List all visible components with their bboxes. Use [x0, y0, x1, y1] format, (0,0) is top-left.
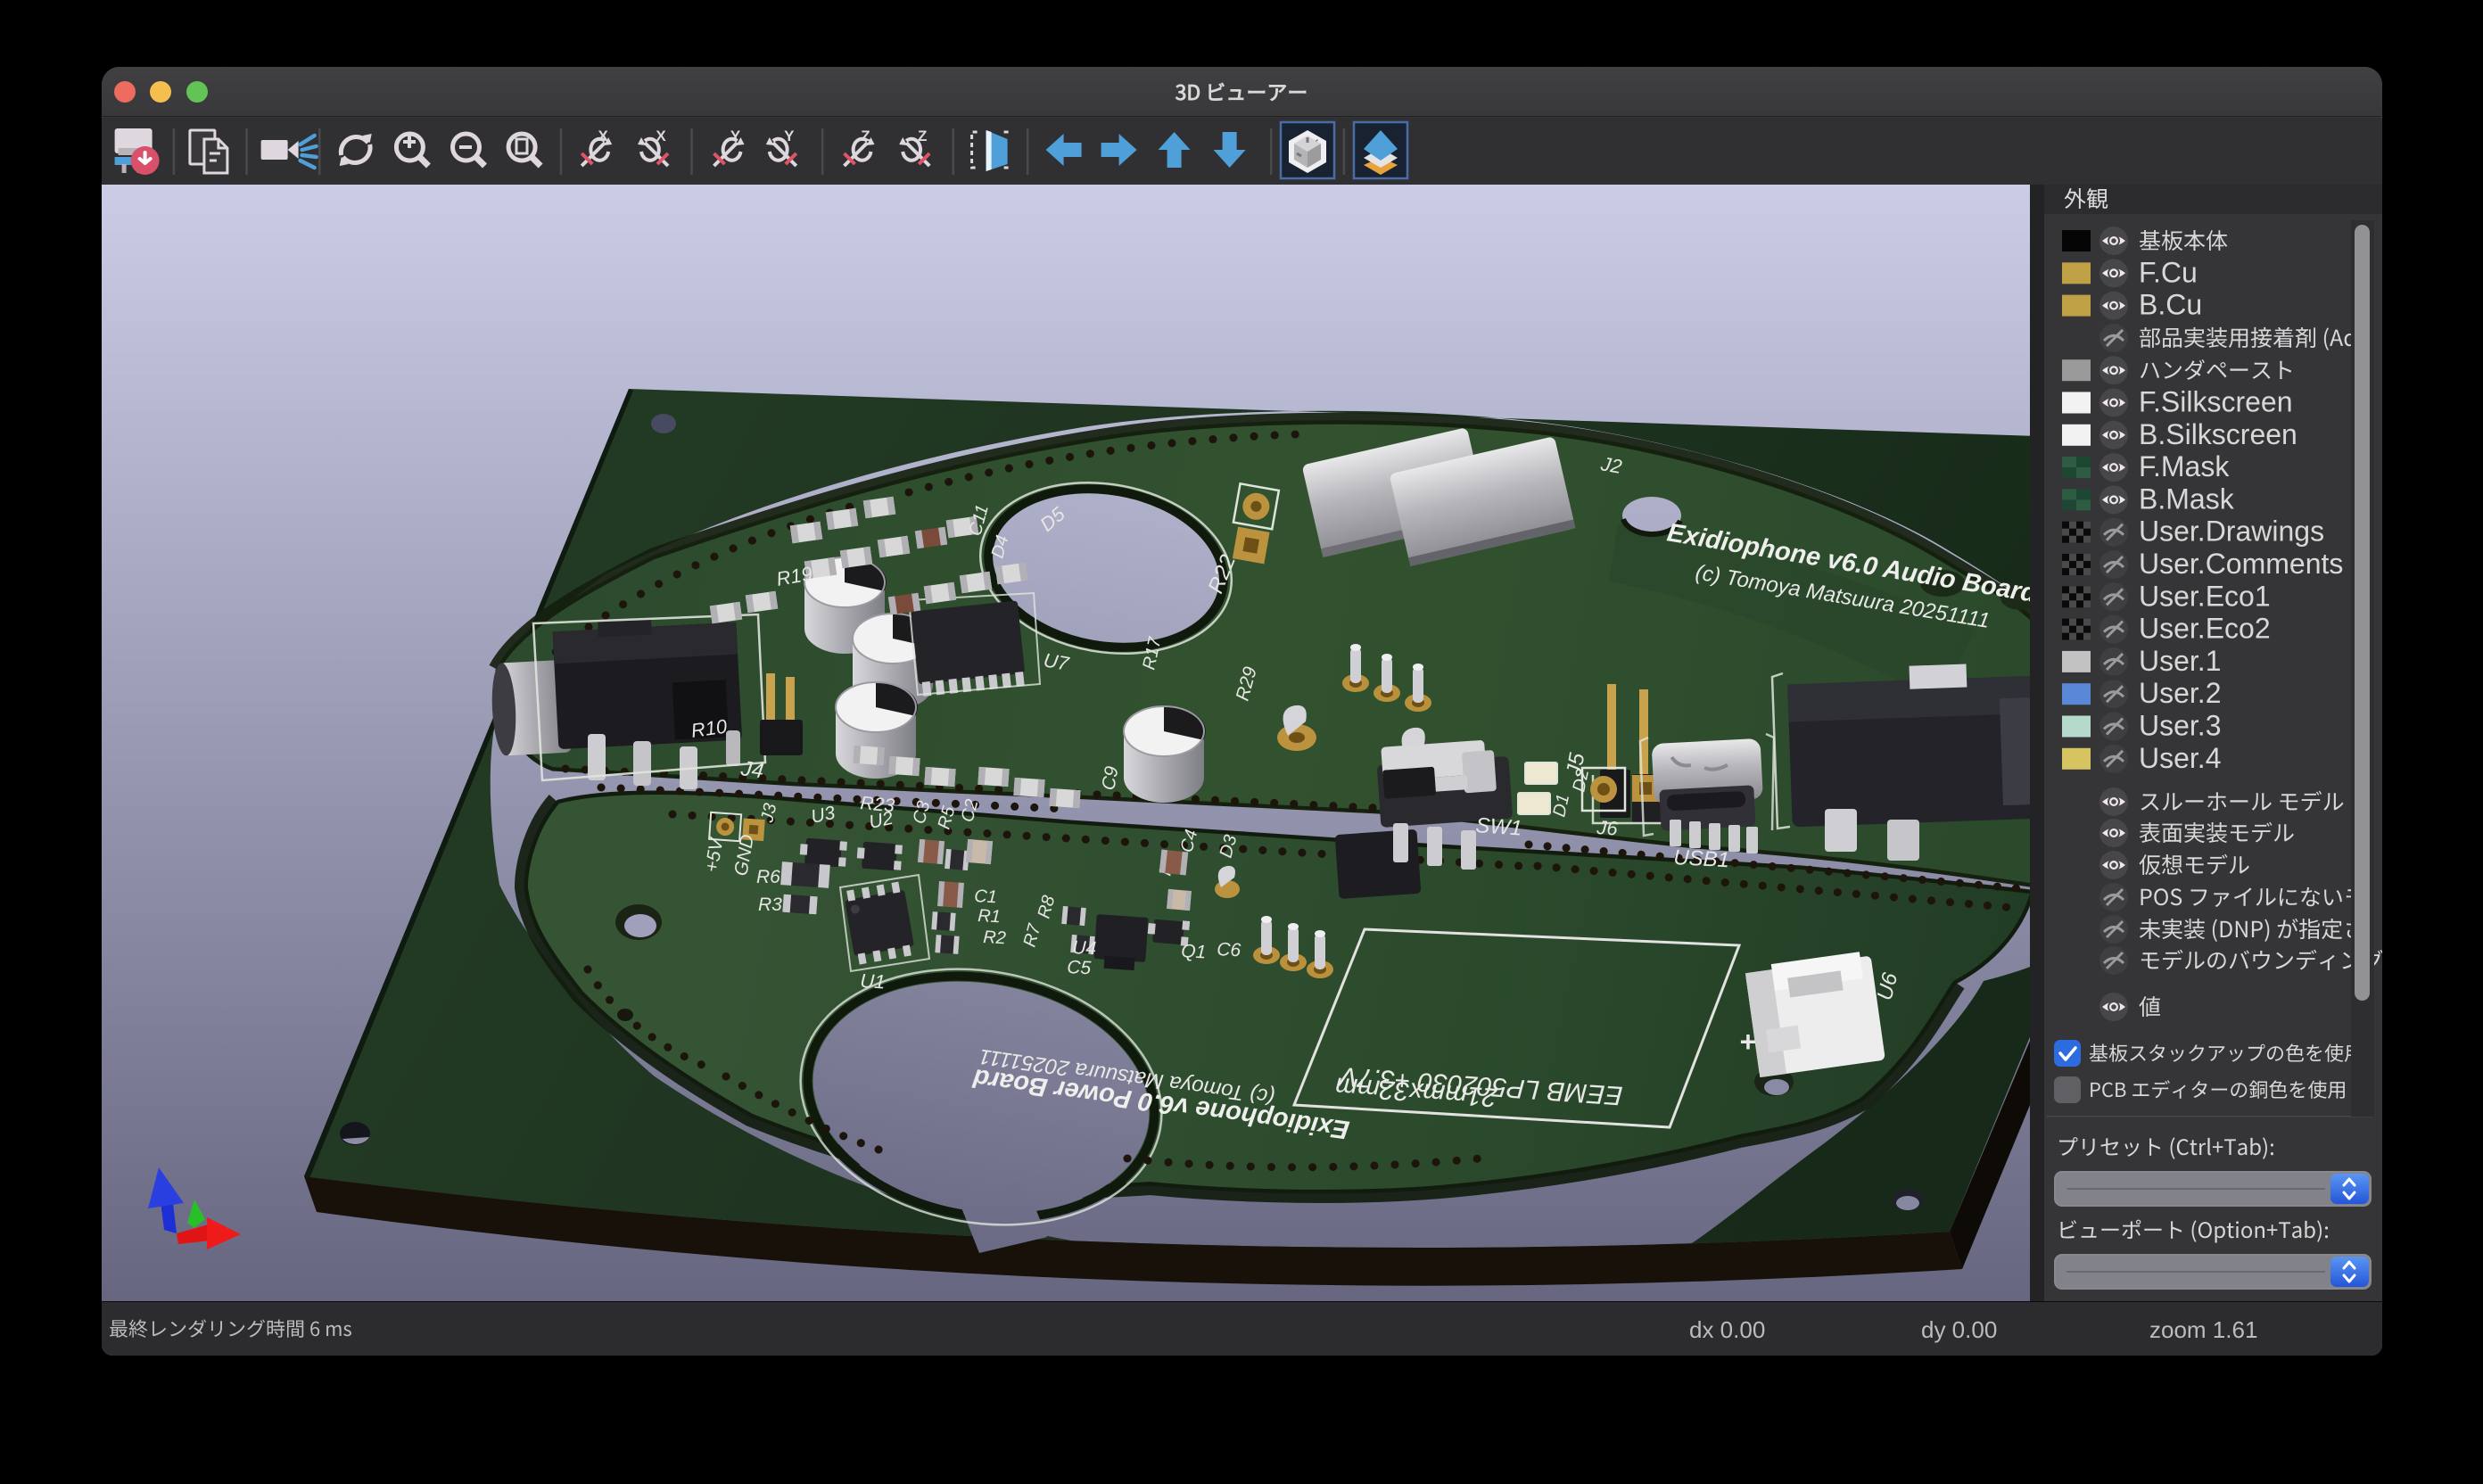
svg-text:User.2: User.2: [2139, 677, 2221, 709]
svg-text:User.Comments: User.Comments: [2139, 548, 2343, 580]
svg-text:B.Cu: B.Cu: [2139, 289, 2202, 321]
svg-text:C6: C6: [1217, 939, 1242, 960]
svg-text:F.Silkscreen: F.Silkscreen: [2139, 386, 2293, 418]
svg-text:U1: U1: [860, 969, 886, 993]
svg-text:Z: Z: [918, 128, 927, 144]
svg-text:R1: R1: [978, 906, 1002, 927]
svg-text:F.Mask: F.Mask: [2139, 450, 2230, 482]
svg-text:User.Eco2: User.Eco2: [2139, 613, 2271, 645]
svg-text:U7: U7: [1042, 648, 1071, 675]
svg-text:X: X: [656, 128, 666, 144]
svg-text:Y: Y: [730, 128, 741, 144]
svg-text:USB1: USB1: [1673, 845, 1730, 872]
svg-text:J6: J6: [1596, 816, 1620, 840]
svg-text:User.3: User.3: [2139, 710, 2221, 742]
svg-text:X: X: [598, 128, 609, 144]
svg-text:B.Silkscreen: B.Silkscreen: [2139, 418, 2297, 450]
svg-text:+: +: [1739, 1026, 1756, 1058]
svg-text:Y: Y: [784, 128, 795, 144]
svg-text:C5: C5: [1067, 957, 1092, 978]
svg-text:R2: R2: [983, 928, 1007, 948]
svg-text:B.Mask: B.Mask: [2139, 482, 2235, 515]
svg-text:Q1: Q1: [1181, 941, 1207, 962]
svg-text:J4: J4: [738, 756, 765, 783]
svg-text:U4: U4: [1072, 937, 1097, 959]
svg-text:R3: R3: [758, 895, 782, 915]
svg-text:Z: Z: [861, 128, 870, 144]
svg-text:User.Drawings: User.Drawings: [2139, 515, 2324, 548]
svg-text:User.4: User.4: [2139, 742, 2221, 774]
svg-text:J2: J2: [1598, 452, 1623, 478]
svg-text:J3: J3: [757, 802, 780, 825]
svg-text:R6: R6: [756, 867, 780, 887]
svg-text:SW1: SW1: [1475, 813, 1523, 841]
svg-text:C1: C1: [974, 886, 998, 907]
svg-text:User.Eco1: User.Eco1: [2139, 580, 2271, 612]
svg-text:F.Cu: F.Cu: [2139, 256, 2198, 288]
svg-text:User.1: User.1: [2139, 645, 2221, 677]
svg-text:C9: C9: [1098, 764, 1122, 792]
